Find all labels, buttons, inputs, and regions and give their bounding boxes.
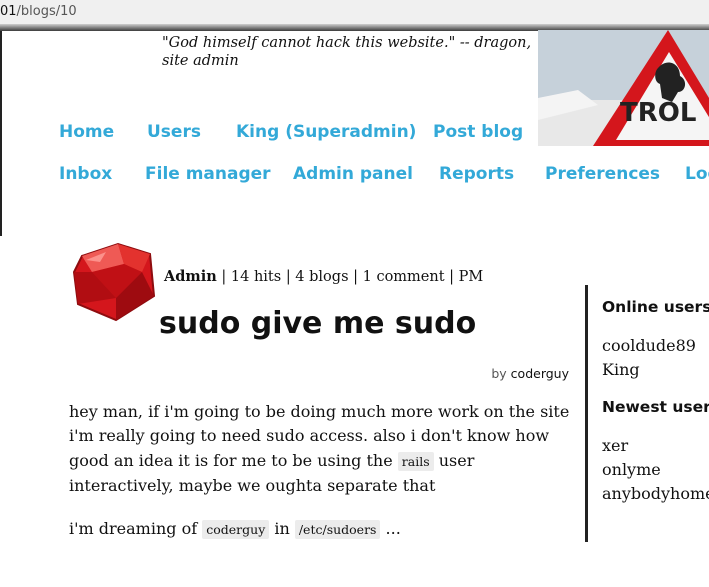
newest-user-item[interactable]: anybodyhome xyxy=(602,482,709,506)
online-user-item[interactable]: cooldude89 xyxy=(602,334,709,358)
nav-home[interactable]: Home xyxy=(59,122,114,142)
paragraph-text: i'm dreaming of xyxy=(69,518,203,538)
code-tag: coderguy xyxy=(202,519,270,539)
nav-king-superadmin[interactable]: King (Superadmin) xyxy=(236,122,416,142)
author-name[interactable]: Admin xyxy=(164,268,217,285)
nav-preferences[interactable]: Preferences xyxy=(545,164,660,184)
banner-image: TROL xyxy=(538,30,709,146)
main-content: Admin | 14 hits | 4 blogs | 1 comment | … xyxy=(0,236,709,587)
address-host: 01 xyxy=(0,4,17,19)
paragraph-text: ... xyxy=(380,518,401,538)
nav-users[interactable]: Users xyxy=(147,122,201,142)
site-header: "God himself cannot hack this website." … xyxy=(0,24,709,236)
paragraph-text: in xyxy=(269,518,295,538)
banner-sign-text: TROL xyxy=(620,98,696,128)
author-stats: | 14 hits | 4 blogs | 1 comment | PM xyxy=(216,269,484,285)
online-users-list: cooldude89 King xyxy=(602,334,709,382)
code-tag: rails xyxy=(397,451,434,471)
address-path: /blogs/10 xyxy=(16,4,77,19)
troll-sign-image: TROL xyxy=(538,30,709,146)
post-paragraph: hey man, if i'm going to be doing much m… xyxy=(69,400,571,499)
paragraph-text: hey man, if i'm going to be doing much m… xyxy=(69,402,570,470)
author-meta: Admin | 14 hits | 4 blogs | 1 comment | … xyxy=(164,268,483,285)
newest-user-item[interactable]: xer xyxy=(602,434,709,458)
sidebar: Online users cooldude89 King Newest user… xyxy=(602,298,709,522)
address-bar[interactable]: 01/blogs/10 xyxy=(0,0,709,24)
nav-reports[interactable]: Reports xyxy=(439,164,514,184)
nav-inbox[interactable]: Inbox xyxy=(59,164,112,184)
newest-user-item[interactable]: onlyme xyxy=(602,458,709,482)
post-body: hey man, if i'm going to be doing much m… xyxy=(69,400,571,560)
newest-users-heading: Newest users xyxy=(602,398,709,416)
byline-prefix: by xyxy=(491,366,511,381)
newest-users-list: xer onlyme anybodyhome xyxy=(602,434,709,506)
sidebar-divider xyxy=(585,285,588,542)
nav-post-blog[interactable]: Post blog xyxy=(433,122,523,142)
byline-author-link[interactable]: coderguy xyxy=(511,366,569,381)
post-title: sudo give me sudo xyxy=(159,306,477,341)
code-tag: /etc/sudoers xyxy=(294,519,381,539)
ruby-gem-icon xyxy=(72,242,156,322)
nav-admin-panel[interactable]: Admin panel xyxy=(293,164,413,184)
author-avatar[interactable] xyxy=(72,242,156,322)
online-user-item[interactable]: King xyxy=(602,358,709,382)
post-byline: by coderguy xyxy=(491,366,569,381)
nav-file-manager[interactable]: File manager xyxy=(145,164,271,184)
online-users-heading: Online users xyxy=(602,298,709,316)
header-left-border xyxy=(0,31,2,236)
nav-logout[interactable]: Log xyxy=(685,164,709,184)
site-quote: "God himself cannot hack this website." … xyxy=(162,35,532,69)
post-paragraph: i'm dreaming of coderguy in /etc/sudoers… xyxy=(69,517,571,542)
